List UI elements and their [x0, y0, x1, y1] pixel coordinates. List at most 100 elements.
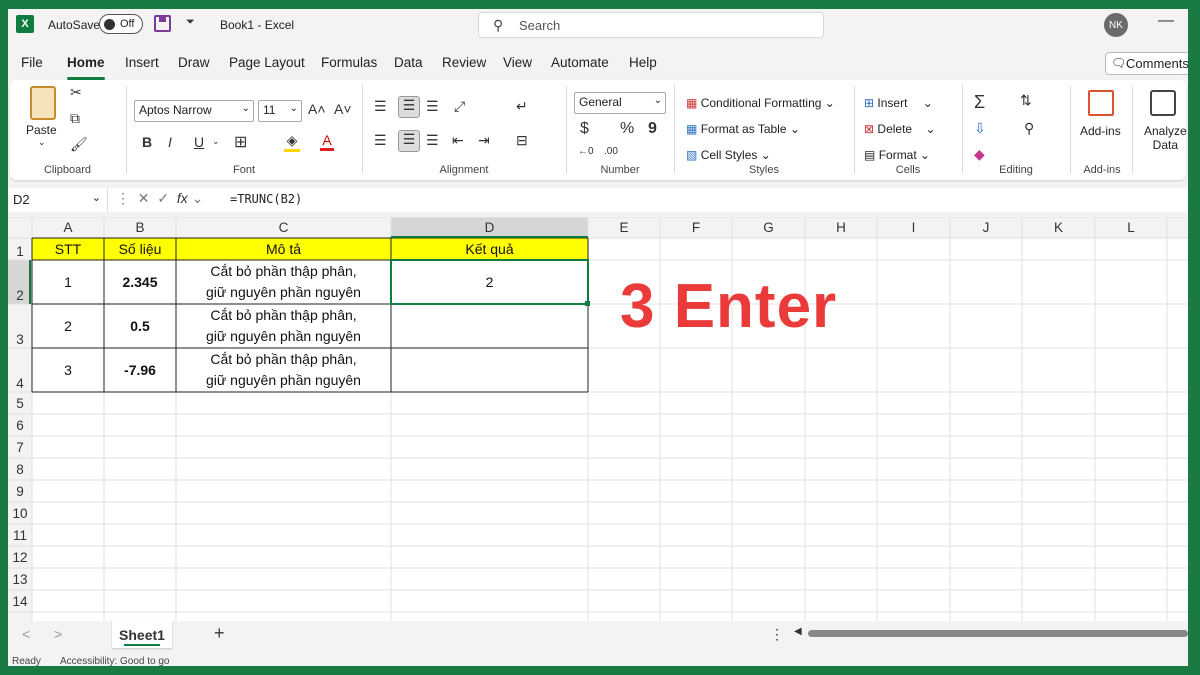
bold-button[interactable]: B [142, 134, 152, 150]
header-ket-qua[interactable]: Kết quả [391, 238, 588, 260]
analyze-data-icon[interactable] [1150, 90, 1176, 116]
decrease-decimal-icon[interactable]: .00 [604, 146, 618, 157]
cut-icon[interactable]: ✂ [70, 84, 82, 101]
enter-icon[interactable]: ✓ [157, 190, 169, 206]
column-header-g[interactable]: G [732, 217, 805, 238]
tab-review[interactable]: Review [442, 55, 486, 70]
row-header-3[interactable]: 3 [8, 304, 32, 348]
paste-button[interactable]: Paste [26, 123, 57, 137]
tab-help[interactable]: Help [629, 55, 657, 70]
column-header-j[interactable]: J [950, 217, 1022, 238]
cell-b2[interactable]: 2.345 [104, 260, 176, 304]
save-icon[interactable] [154, 15, 171, 32]
align-middle-icon[interactable]: ☰ [398, 96, 420, 118]
tab-home[interactable]: Home [67, 55, 105, 80]
paste-icon[interactable] [30, 86, 56, 120]
orientation-icon[interactable]: ⤢ [454, 98, 465, 115]
number-format-dropdown[interactable]: General ⌄ [574, 92, 666, 114]
grow-font-icon[interactable]: A˄ [308, 101, 326, 117]
column-header-f[interactable]: F [660, 217, 732, 238]
align-left-icon[interactable]: ☰ [374, 132, 387, 149]
tab-draw[interactable]: Draw [178, 55, 210, 70]
tab-page-layout[interactable]: Page Layout [229, 55, 305, 70]
italic-button[interactable]: I [168, 134, 172, 150]
row-header-10[interactable]: 10 [8, 502, 32, 524]
column-header-b[interactable]: B [104, 217, 176, 238]
column-header-d[interactable]: D [391, 217, 588, 238]
font-color-icon[interactable]: A [320, 132, 334, 151]
cell-a3[interactable]: 2 [32, 304, 104, 348]
row-header-9[interactable]: 9 [8, 480, 32, 502]
accessibility-status[interactable]: Accessibility: Good to go [60, 656, 170, 666]
name-box[interactable]: D2 ⌄ [8, 188, 108, 212]
font-name-dropdown[interactable]: Aptos Narrow ⌄ [134, 100, 254, 122]
column-header-c[interactable]: C [176, 217, 391, 238]
sheet-tab-sheet1[interactable]: Sheet1 [112, 621, 172, 648]
cancel-icon[interactable]: ✕ [138, 190, 150, 206]
row-header-11[interactable]: 11 [8, 524, 32, 546]
search-box[interactable]: ⚲ Search [478, 12, 824, 38]
row-header-7[interactable]: 7 [8, 436, 32, 458]
row-header-6[interactable]: 6 [8, 414, 32, 436]
cell-d4[interactable] [391, 348, 588, 392]
align-bottom-icon[interactable]: ☰ [426, 98, 439, 115]
autosum-icon[interactable]: Σ [974, 92, 985, 113]
customize-toolbar-icon[interactable]: ⏷ [186, 16, 195, 29]
sheet-options-icon[interactable]: ⋮ [770, 626, 784, 643]
fill-color-icon[interactable]: ◈ [284, 132, 300, 152]
horizontal-scrollbar[interactable] [808, 630, 1188, 637]
row-header-1[interactable]: 1 [8, 238, 32, 260]
minimize-button[interactable]: — [1158, 12, 1174, 30]
cell-b4[interactable]: -7.96 [104, 348, 176, 392]
tab-file[interactable]: File [21, 55, 43, 70]
row-header-13[interactable]: 13 [8, 568, 32, 590]
cell-a4[interactable]: 3 [32, 348, 104, 392]
row-header-5[interactable]: 5 [8, 392, 32, 414]
more-icon[interactable]: ⋮ [116, 190, 130, 206]
borders-icon[interactable]: ⊞ [234, 132, 247, 152]
formula-input[interactable]: =TRUNC(B2) [230, 192, 302, 206]
percent-icon[interactable]: % [620, 120, 634, 138]
next-sheet-button[interactable]: > [54, 626, 62, 642]
column-header-k[interactable]: K [1022, 217, 1095, 238]
row-header-2[interactable]: 2 [8, 260, 32, 304]
avatar[interactable]: NK [1104, 13, 1128, 37]
scroll-left-icon[interactable]: ◀ [794, 626, 802, 637]
increase-indent-icon[interactable]: ⇥ [478, 132, 490, 149]
merge-center-icon[interactable]: ⊟ [516, 132, 528, 149]
align-center-icon[interactable]: ☰ [398, 130, 420, 152]
font-size-dropdown[interactable]: 11 ⌄ [258, 100, 302, 122]
row-header-8[interactable]: 8 [8, 458, 32, 480]
column-header-l[interactable]: L [1095, 217, 1167, 238]
row-header-12[interactable]: 12 [8, 546, 32, 568]
shrink-font-icon[interactable]: A˅ [334, 101, 352, 117]
column-header-h[interactable]: H [805, 217, 877, 238]
align-right-icon[interactable]: ☰ [426, 132, 439, 149]
cell-c3[interactable]: Cắt bỏ phần thập phân, giữ nguyên phần ng… [176, 304, 391, 348]
tab-view[interactable]: View [503, 55, 532, 70]
column-header-a[interactable]: A [32, 217, 104, 238]
insert-function-icon[interactable]: fx [177, 190, 188, 206]
wrap-text-icon[interactable]: ↵ [516, 98, 528, 115]
column-header-i[interactable]: I [877, 217, 950, 238]
format-painter-icon[interactable]: 🖌 [70, 136, 88, 153]
comma-style-icon[interactable]: 9 [648, 120, 657, 138]
fill-icon[interactable]: ⇩ [974, 120, 986, 137]
sort-filter-icon[interactable]: ⇅ [1020, 92, 1032, 109]
row-header-4[interactable]: 4 [8, 348, 32, 392]
copy-icon[interactable]: ⧉ [70, 110, 80, 127]
spreadsheet-grid[interactable]: ABCDEFGHIJKL 1 2 3 4 5 6 7 8 9 10 11 12 13 14 STT Số … [8, 217, 1188, 621]
cell-a2[interactable]: 1 [32, 260, 104, 304]
header-mo-ta[interactable]: Mô tả [176, 238, 391, 260]
addins-button[interactable]: Add-ins [1080, 124, 1121, 138]
header-stt[interactable]: STT [32, 238, 104, 260]
prev-sheet-button[interactable]: < [22, 626, 30, 642]
clear-icon[interactable]: ◆ [974, 146, 985, 163]
underline-button[interactable]: U [194, 134, 204, 150]
find-select-icon[interactable]: ⚲ [1024, 120, 1034, 137]
addins-icon[interactable] [1088, 90, 1114, 116]
increase-decimal-icon[interactable]: ←0 [578, 146, 594, 157]
delete-cells-button[interactable]: ⊠ Delete ⌄ [864, 122, 936, 136]
cell-c4[interactable]: Cắt bỏ phần thập phân, giữ nguyên phần ng… [176, 348, 391, 392]
format-as-table-button[interactable]: ▦ Format as Table ⌄ [686, 122, 800, 136]
